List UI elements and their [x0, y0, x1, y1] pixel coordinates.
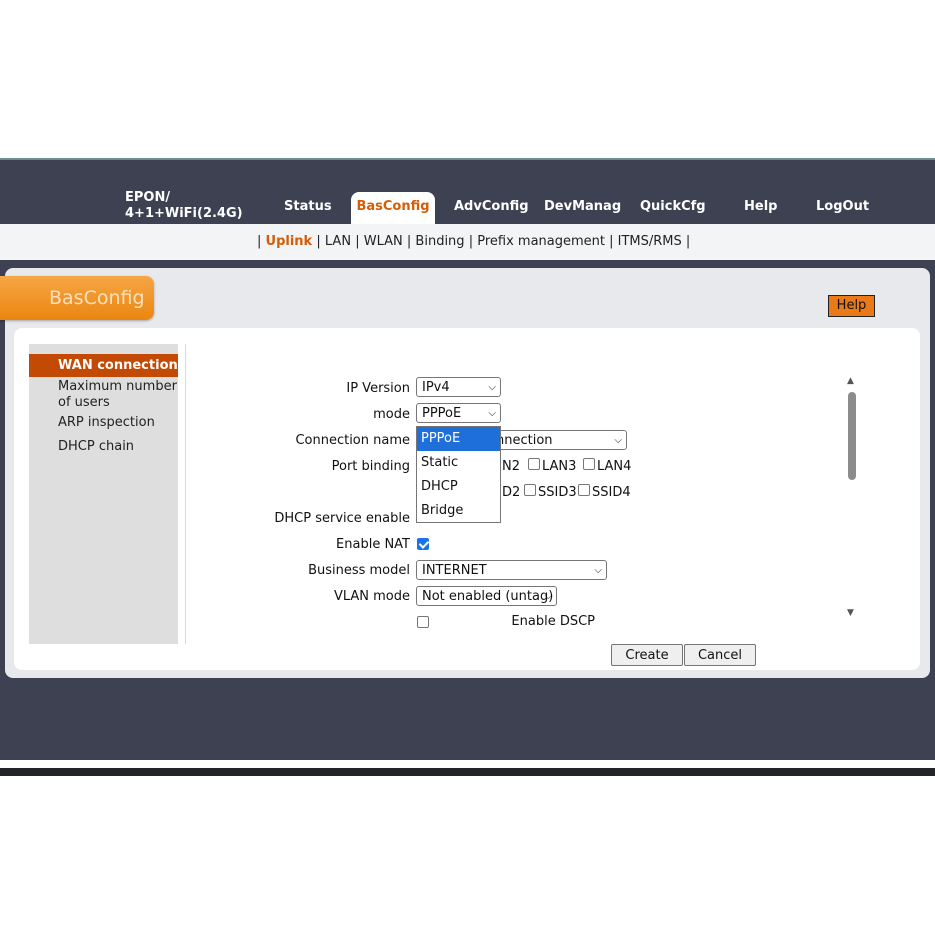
sidebar-item-wan-connection[interactable]: WAN connection	[58, 358, 178, 373]
sidebar-item-maximum-users-line2[interactable]: of users	[58, 395, 110, 411]
enable-dscp-label: Enable DSCP	[511, 614, 595, 628]
divider	[185, 344, 186, 644]
subnav-uplink[interactable]: Uplink	[266, 234, 313, 249]
brand-line-1: EPON/	[125, 190, 171, 205]
ip-version-select[interactable]: IPv4 ⌵	[416, 377, 501, 397]
port-binding-label: Port binding	[331, 459, 410, 474]
vlan-mode-label: VLAN mode	[333, 589, 410, 604]
tab-status[interactable]: Status	[284, 199, 332, 214]
vlan-mode-select[interactable]: Not enabled (untag) ⌵	[416, 586, 557, 606]
mode-option-static[interactable]: Static	[417, 451, 500, 475]
tab-logout[interactable]: LogOut	[816, 199, 869, 214]
mode-label: mode	[373, 407, 410, 422]
chevron-down-icon: ⌵	[488, 382, 496, 393]
tab-basconfig[interactable]: BasConfig	[351, 192, 435, 224]
ssid4-checkbox[interactable]	[578, 484, 590, 496]
brand-line-2: 4+1+WiFi(2.4G)	[125, 206, 243, 221]
lan2-label-partial: N2	[502, 459, 520, 474]
ip-version-label: IP Version	[346, 381, 410, 396]
chevron-down-icon: ⌵	[544, 591, 552, 602]
sidebar-item-maximum-users-line1[interactable]: Maximum number	[58, 379, 177, 395]
scrollbar-thumb[interactable]	[848, 392, 856, 480]
ssid3-label: SSID3	[538, 485, 577, 500]
ssid2-label-partial: D2	[502, 485, 521, 500]
subnav: | Uplink | LAN | WLAN | Binding | Prefix…	[257, 234, 691, 249]
mode-dropdown-list: PPPoE Static DHCP Bridge	[416, 426, 501, 523]
subnav-binding[interactable]: Binding	[415, 234, 464, 249]
scroll-clip: Enable DSCP	[186, 614, 846, 628]
lan4-checkbox[interactable]	[583, 458, 595, 470]
tab-help[interactable]: Help	[744, 199, 777, 214]
device-brand: EPON/ 4+1+WiFi(2.4G)	[125, 190, 243, 222]
mode-select[interactable]: PPPoE ⌵	[416, 403, 501, 423]
subnav-wlan[interactable]: WLAN	[364, 234, 403, 249]
tab-advconfig[interactable]: AdvConfig	[454, 199, 529, 214]
scroll-down-icon[interactable]: ▼	[847, 608, 854, 618]
mode-option-dhcp[interactable]: DHCP	[417, 475, 500, 499]
tab-quickcfg[interactable]: QuickCfg	[640, 199, 706, 214]
subnav-prefix-management[interactable]: Prefix management	[477, 234, 605, 249]
help-button[interactable]: Help	[828, 295, 875, 317]
business-model-label: Business model	[308, 563, 410, 578]
tab-devmanag[interactable]: DevManag	[544, 199, 621, 214]
business-model-select[interactable]: INTERNET ⌵	[416, 560, 607, 580]
connection-name-label: Connection name	[295, 433, 410, 448]
subnav-itms-rms[interactable]: ITMS/RMS	[618, 234, 682, 249]
lan3-label: LAN3	[542, 459, 577, 474]
enable-nat-label: Enable NAT	[336, 537, 410, 552]
chevron-down-icon: ⌵	[614, 435, 622, 446]
dhcp-service-label: DHCP service enable	[274, 511, 410, 526]
mode-option-bridge[interactable]: Bridge	[417, 499, 500, 523]
cancel-button[interactable]: Cancel	[684, 644, 756, 666]
lan3-checkbox[interactable]	[528, 458, 540, 470]
create-button[interactable]: Create	[611, 644, 683, 666]
sidebar-item-arp-inspection[interactable]: ARP inspection	[58, 415, 155, 431]
bottom-bar	[0, 768, 935, 776]
mode-option-pppoe[interactable]: PPPoE	[417, 427, 500, 451]
lan4-label: LAN4	[597, 459, 632, 474]
enable-nat-checkbox[interactable]	[417, 538, 429, 550]
enable-dscp-checkbox[interactable]	[417, 616, 429, 628]
bottom-gap	[0, 760, 935, 768]
scroll-up-icon[interactable]: ▲	[847, 376, 854, 386]
ssid3-checkbox[interactable]	[524, 484, 536, 496]
subnav-lan[interactable]: LAN	[325, 234, 351, 249]
section-badge: BasConfig	[0, 276, 154, 320]
chevron-down-icon: ⌵	[488, 408, 496, 419]
chevron-down-icon: ⌵	[594, 565, 602, 576]
ssid4-label: SSID4	[592, 485, 631, 500]
sidebar-item-dhcp-chain[interactable]: DHCP chain	[58, 439, 134, 455]
